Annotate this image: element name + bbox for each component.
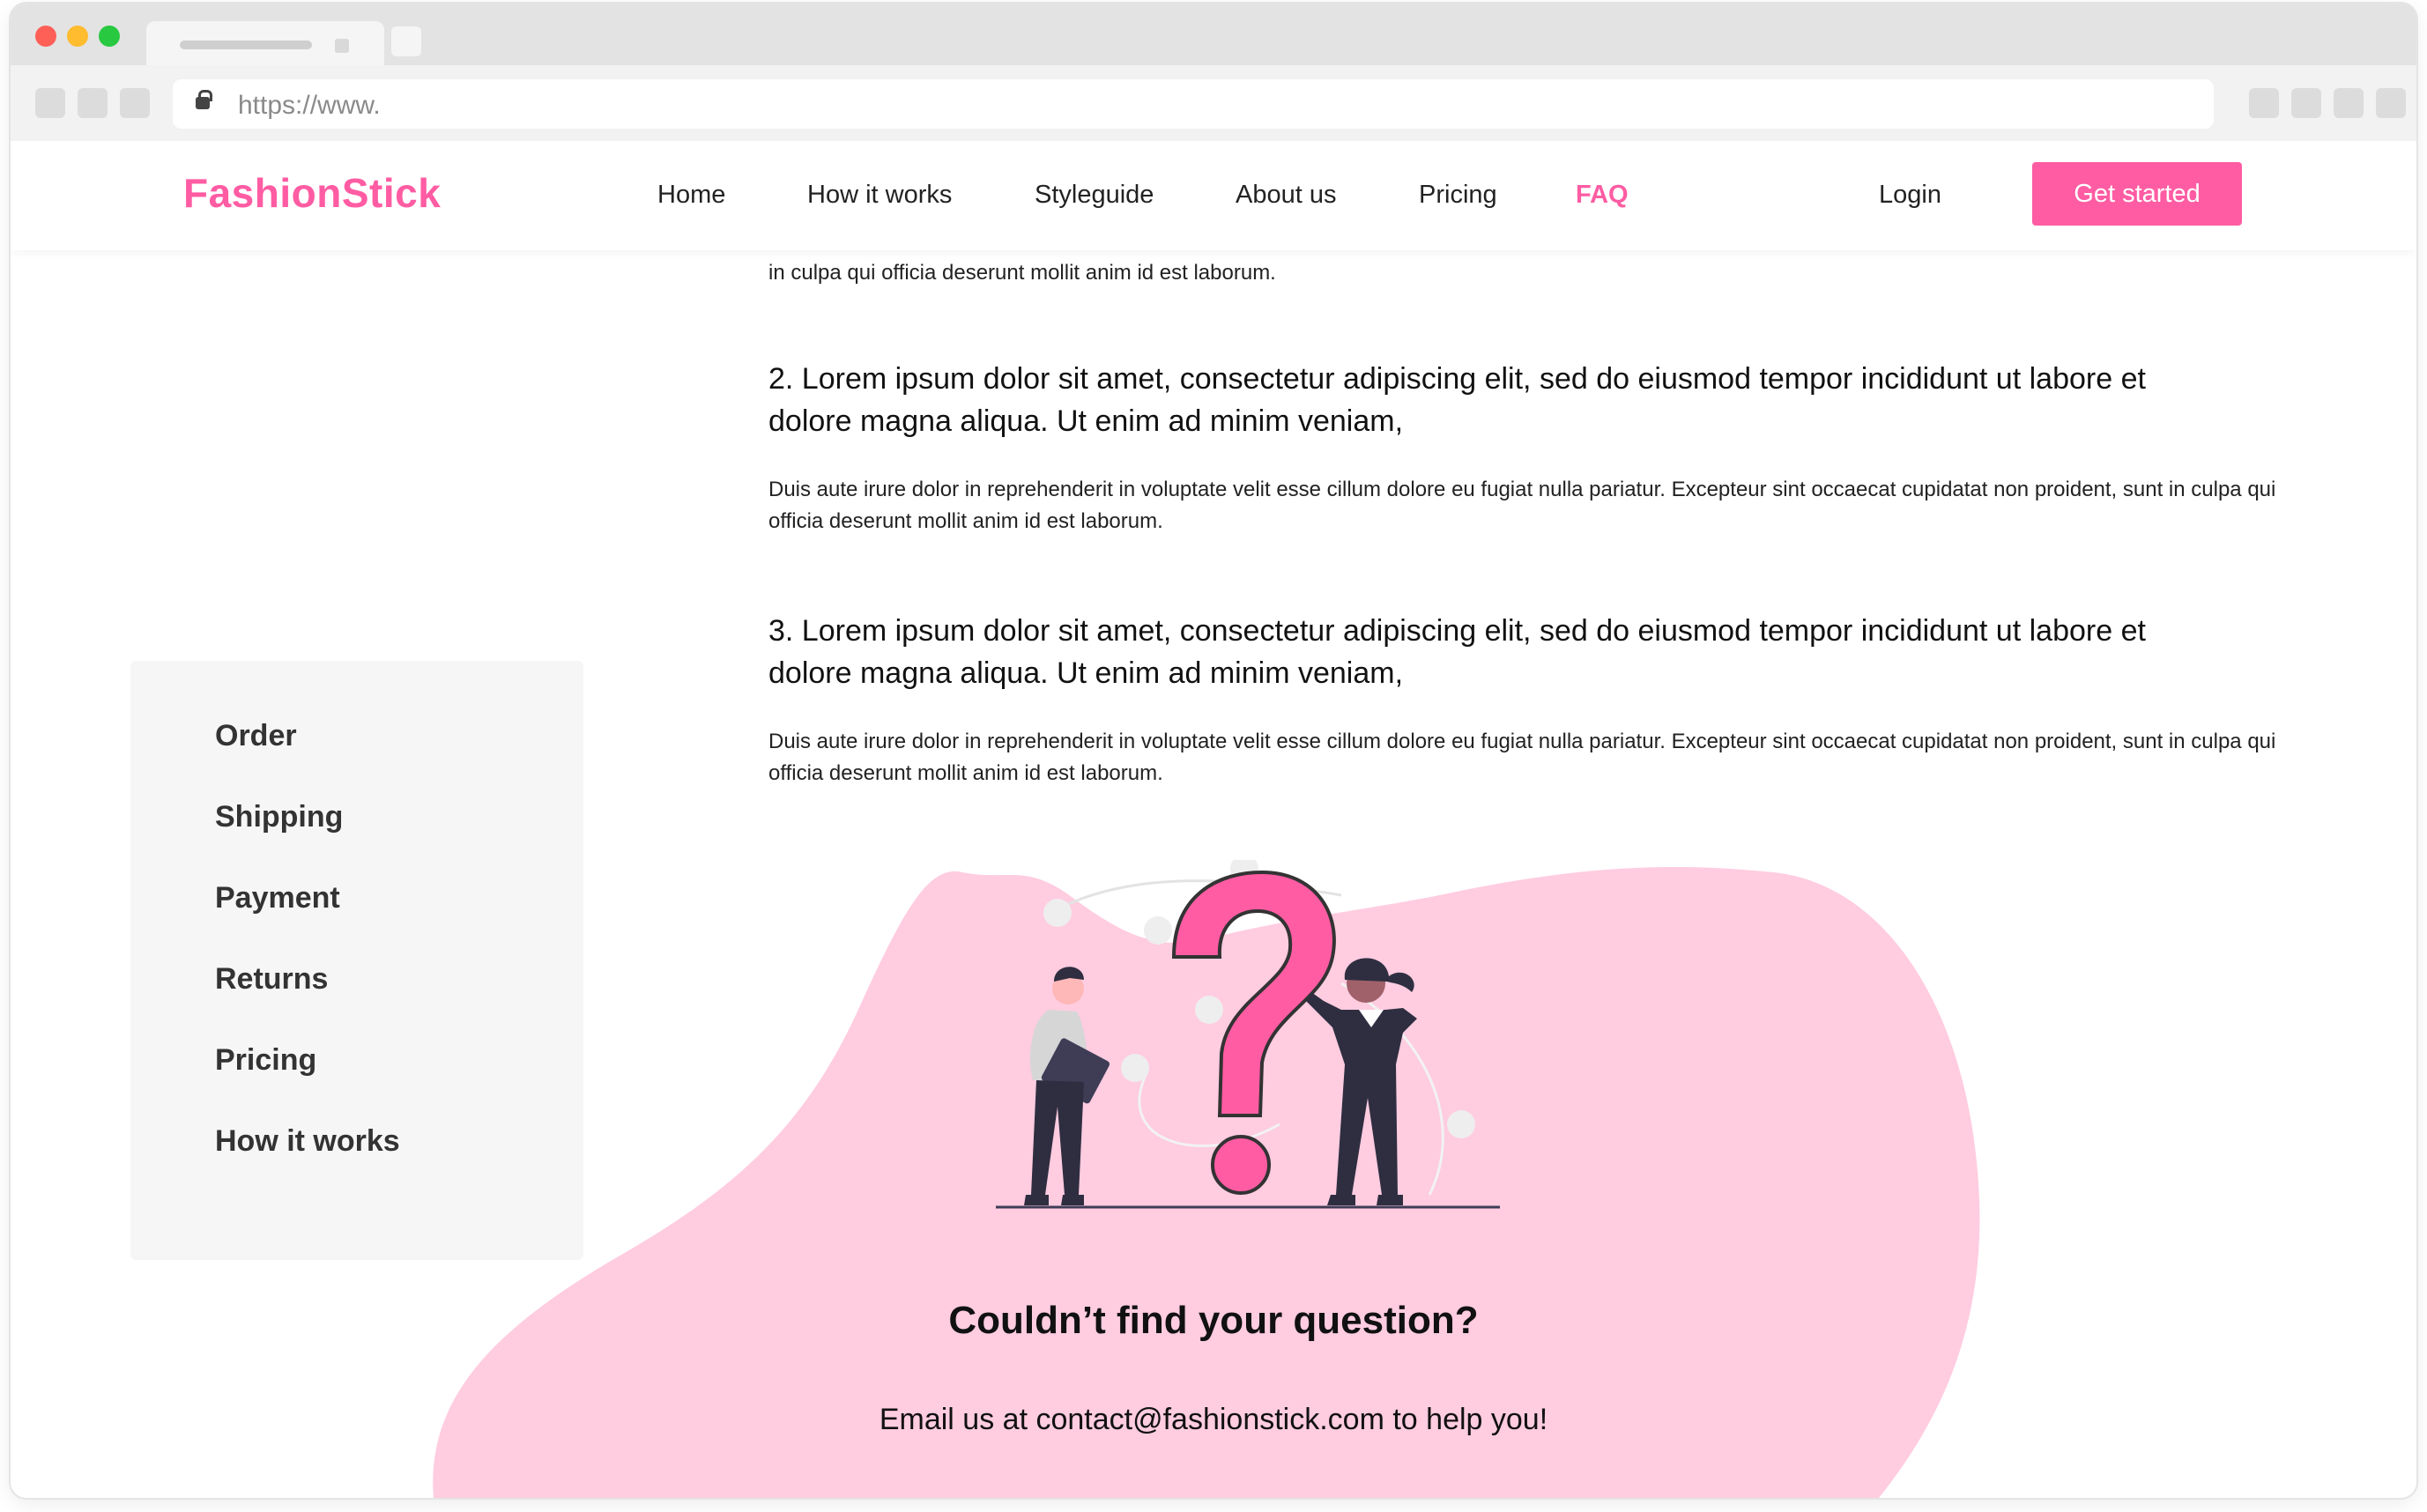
back-button[interactable] bbox=[35, 88, 65, 118]
contact-title: Couldn’t find your question? bbox=[948, 1299, 1479, 1342]
login-link[interactable]: Login bbox=[1879, 181, 1941, 210]
get-started-button[interactable]: Get started bbox=[2032, 162, 2242, 226]
maximize-window-button[interactable] bbox=[99, 26, 120, 47]
woman-figure bbox=[1306, 958, 1417, 1205]
address-bar[interactable]: https://www. bbox=[173, 79, 2214, 129]
logo[interactable]: FashionStick bbox=[183, 169, 441, 217]
decor-dot bbox=[1195, 996, 1223, 1024]
extension-button-1[interactable] bbox=[2249, 88, 2279, 118]
browser-window: https://www. FashionStick Home How it wo… bbox=[11, 4, 2416, 1498]
question-illustration bbox=[996, 860, 1500, 1209]
faq-answer-3: Duis aute irure dolor in reprehenderit i… bbox=[768, 730, 2276, 785]
close-window-button[interactable] bbox=[35, 26, 56, 47]
menu-button[interactable] bbox=[2376, 88, 2406, 118]
forward-button[interactable] bbox=[78, 88, 108, 118]
tab-close-icon[interactable] bbox=[335, 39, 349, 53]
faq-answer-1-tail: in culpa qui officia deserunt mollit ani… bbox=[768, 261, 1276, 285]
reload-button[interactable] bbox=[120, 88, 150, 118]
browser-toolbar: https://www. bbox=[11, 65, 2416, 141]
page: FashionStick Home How it works Styleguid… bbox=[11, 141, 2416, 1498]
nav-about-us[interactable]: About us bbox=[1236, 181, 1336, 210]
extension-button-2[interactable] bbox=[2291, 88, 2321, 118]
tab-title-placeholder bbox=[180, 41, 312, 49]
minimize-window-button[interactable] bbox=[67, 26, 88, 47]
question-mark-icon bbox=[1171, 870, 1336, 1117]
faq-question-2: 2. Lorem ipsum dolor sit amet, consectet… bbox=[768, 362, 2146, 438]
url-text: https://www. bbox=[238, 91, 381, 120]
nav-home[interactable]: Home bbox=[657, 181, 725, 210]
nav-faq[interactable]: FAQ bbox=[1576, 181, 1629, 210]
faq-question-3: 3. Lorem ipsum dolor sit amet, consectet… bbox=[768, 614, 2146, 690]
decor-dot bbox=[1144, 916, 1172, 945]
extension-button-3[interactable] bbox=[2334, 88, 2364, 118]
nav-pricing[interactable]: Pricing bbox=[1419, 181, 1497, 210]
site-header: FashionStick Home How it works Styleguid… bbox=[11, 141, 2416, 250]
new-tab-button[interactable] bbox=[391, 26, 421, 56]
decor-dot bbox=[1447, 1110, 1475, 1138]
browser-chrome: https://www. bbox=[11, 4, 2416, 141]
lock-icon bbox=[196, 90, 212, 109]
tab-bar bbox=[11, 4, 2416, 65]
faq-answer-2: Duis aute irure dolor in reprehenderit i… bbox=[768, 478, 2276, 533]
background-blob bbox=[433, 867, 1980, 1498]
contact-text: Email us at contact@fashionstick.com to … bbox=[879, 1403, 1548, 1436]
question-dot bbox=[1211, 1135, 1271, 1195]
decor-dot bbox=[1121, 1054, 1149, 1082]
decor-dot bbox=[1043, 899, 1072, 927]
nav-how-it-works[interactable]: How it works bbox=[807, 181, 952, 210]
nav-styleguide[interactable]: Styleguide bbox=[1035, 181, 1154, 210]
browser-tab[interactable] bbox=[146, 21, 384, 65]
man-figure bbox=[1024, 967, 1110, 1205]
